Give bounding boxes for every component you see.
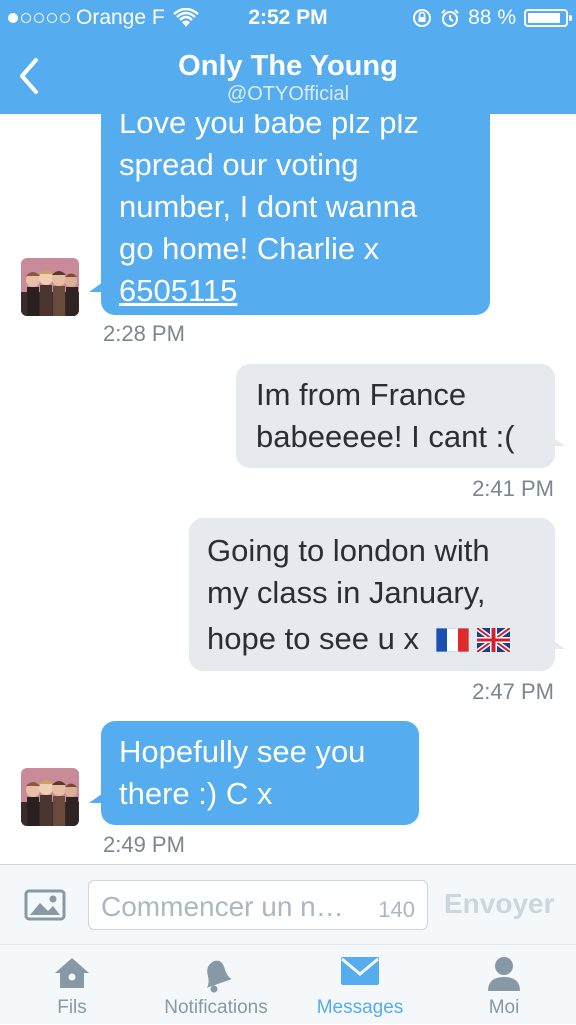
rotation-lock-icon: [413, 9, 432, 27]
message-timestamp: 2:28 PM: [103, 321, 185, 346]
message-composer: Commencer un n… 140 Envoyer: [0, 864, 576, 944]
header-bar: Orange F 2:52 PM 88 % Only The Young @OT…: [0, 0, 576, 114]
message-bubble-incoming[interactable]: Hopefully see you there :) C x: [101, 721, 419, 825]
tab-label: Messages: [316, 997, 404, 1018]
tab-notifications[interactable]: Notifications: [146, 945, 286, 1025]
bell-icon: [206, 960, 232, 993]
tab-bar: Fils Notifications Messages Moi: [0, 944, 576, 1024]
message-line: Im from France: [256, 377, 467, 412]
message-thread[interactable]: Love you babe plz plz spread our voting …: [0, 114, 576, 864]
status-bar: Orange F 2:52 PM 88 %: [0, 0, 576, 38]
message-line: Going to london with: [207, 533, 490, 568]
message-timestamp: 2:41 PM: [472, 476, 554, 501]
bubble-tail: [89, 793, 103, 803]
french-flag-icon: [435, 628, 469, 652]
tab-messages[interactable]: Messages: [300, 945, 420, 1025]
sender-avatar[interactable]: [21, 768, 79, 826]
phone-number-link[interactable]: 6505115: [119, 270, 472, 312]
send-button[interactable]: Envoyer: [444, 888, 555, 920]
add-photo-button[interactable]: [24, 889, 66, 921]
tab-label: Notifications: [164, 997, 268, 1018]
tab-label: Moi: [488, 997, 520, 1018]
message-bubble-incoming[interactable]: Love you babe plz plz spread our voting …: [101, 114, 490, 315]
message-line: number, I dont wanna: [119, 189, 418, 224]
person-icon: [488, 957, 520, 991]
message-line: there :) C x: [119, 776, 273, 811]
envelope-icon: [341, 957, 379, 985]
battery-percent: 88 %: [468, 6, 516, 29]
home-icon: [55, 958, 89, 988]
message-timestamp: 2:49 PM: [103, 832, 185, 857]
tab-home[interactable]: Fils: [22, 945, 122, 1025]
message-line: go home! Charlie x: [119, 231, 380, 266]
message-input-placeholder: Commencer un n…: [101, 891, 344, 922]
message-line: my class in January,: [207, 575, 486, 610]
alarm-icon: [441, 9, 459, 27]
message-input[interactable]: Commencer un n… 140: [88, 880, 428, 930]
bubble-tail: [89, 282, 103, 292]
message-bubble-outgoing[interactable]: Going to london with my class in January…: [189, 518, 555, 671]
sender-avatar[interactable]: [21, 258, 79, 316]
bubble-tail: [551, 639, 565, 649]
character-counter: 140: [378, 897, 415, 922]
tab-label: Fils: [57, 997, 87, 1018]
conversation-title: Only The Young: [178, 50, 398, 82]
message-timestamp: 2:47 PM: [472, 679, 554, 704]
conversation-handle: @OTYOfficial: [226, 83, 350, 105]
battery-icon: [524, 9, 572, 27]
message-line: spread our voting: [119, 147, 359, 182]
uk-flag-icon: [477, 628, 511, 652]
message-line: Hopefully see you: [119, 734, 366, 769]
message-line: babeeeee! I cant :(: [256, 419, 515, 454]
message-bubble-outgoing[interactable]: Im from France babeeeee! I cant :(: [236, 364, 555, 468]
message-line: Love you babe plz plz: [119, 114, 419, 140]
message-line: hope to see u x: [207, 621, 419, 656]
image-icon: [24, 889, 66, 921]
tab-me[interactable]: Moi: [454, 945, 554, 1025]
bubble-tail: [551, 436, 565, 446]
